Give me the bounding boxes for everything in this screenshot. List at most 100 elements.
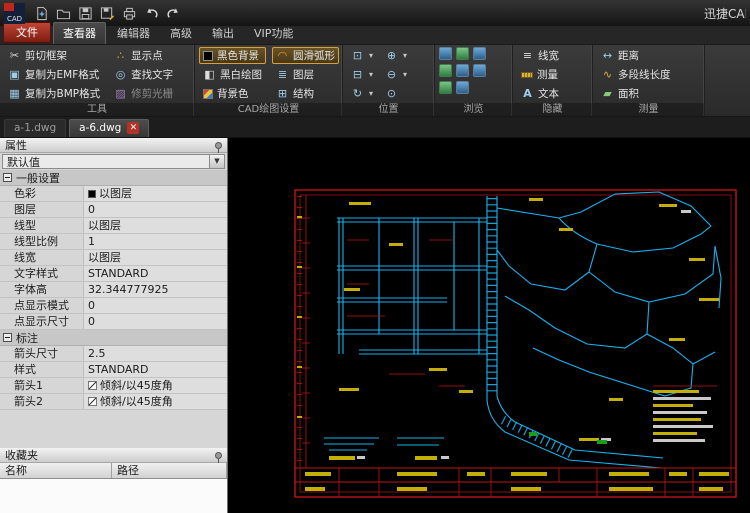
browse-layout-button[interactable] [456,64,469,77]
area-icon: ▰ [601,87,614,100]
name-column-header[interactable]: 名称 [0,463,112,478]
polyline-length-button[interactable]: ∿ 多段线长度 [597,66,675,83]
zoom-out-button[interactable]: ⊖▾ [381,66,411,83]
browse-last-button[interactable] [439,64,452,77]
group-dimension[interactable]: 标注 [0,330,227,346]
property-value[interactable]: 倾斜/以45度角 [84,378,227,393]
property-value[interactable]: 0 [84,314,227,329]
show-points-button[interactable]: ∴ 显示点 [110,47,177,64]
ribbon-spacer [705,45,750,116]
favorites-list[interactable] [0,479,227,513]
pin-icon[interactable] [215,452,222,459]
chevron-down-icon[interactable]: ▼ [209,155,224,168]
area-button[interactable]: ▰ 面积 [597,85,675,102]
property-value[interactable]: 以图层 [84,218,227,233]
new-file-button[interactable] [31,3,51,23]
text-label: 文本 [538,86,559,101]
text-toggle[interactable]: A 文本 [517,85,563,102]
property-value-text: 倾斜/以45度角 [100,378,173,393]
polyline-icon: ∿ [601,68,614,81]
zoom-window-button[interactable]: ⊟▾ [347,66,377,83]
drawing-section-details [324,438,444,450]
doc-tab-a6[interactable]: a-6.dwg ✕ [69,119,149,137]
property-value[interactable]: 32.344777925 [84,282,227,297]
tab-editor[interactable]: 编辑器 [108,23,159,44]
print-button[interactable] [119,3,139,23]
property-label: 线宽 [0,250,84,265]
property-value-text: 以图层 [99,186,132,201]
browse-prev-button[interactable] [456,47,469,60]
file-menu-button[interactable]: 文件 [3,22,51,43]
zoom-window-icon: ⊟ [351,68,364,81]
property-value[interactable]: STANDARD [84,362,227,377]
ribbon-group-position: ⊡▾ ⊟▾ ↻▾ ⊕▾ ⊖▾ ⊙ 位置 [343,45,435,116]
distance-button[interactable]: ↔ 距离 [597,47,675,64]
zoom-selection-button[interactable]: ⊙ [381,85,411,102]
lineweight-toggle[interactable]: ≡ 线宽 [517,47,563,64]
close-tab-icon[interactable]: ✕ [127,122,139,134]
save-as-button[interactable] [97,3,117,23]
path-column-header[interactable]: 路径 [112,463,227,478]
property-row-text-style: 文字样式 STANDARD [0,266,227,282]
tab-vip[interactable]: VIP功能 [245,23,302,44]
oblique-arrow-icon [88,397,97,406]
ribbon: ✂ 剪切框架 ▣ 复制为EMF格式 ▦ 复制为BMP格式 ∴ 显示点 [0,45,750,117]
undo-button[interactable] [141,3,161,23]
rotate-view-button[interactable]: ↻▾ [347,85,377,102]
zoom-in-button[interactable]: ⊕▾ [381,47,411,64]
property-value[interactable]: 0 [84,298,227,313]
browse-next-button[interactable] [473,47,486,60]
copy-as-emf-button[interactable]: ▣ 复制为EMF格式 [4,66,104,83]
tab-viewer[interactable]: 查看器 [53,22,106,44]
preset-dropdown[interactable]: 默认值 ▼ [2,154,225,169]
property-value[interactable]: 以图层 [84,186,227,201]
zoom-fit-button[interactable]: ⊡▾ [347,47,377,64]
property-value[interactable]: 0 [84,202,227,217]
collapse-icon[interactable] [3,173,12,182]
arc-icon: ◠ [276,49,289,62]
lineweight-icon: ≡ [521,49,534,62]
pin-icon[interactable] [215,142,222,149]
save-button[interactable] [75,3,95,23]
drawing-road [487,196,663,468]
group-general-settings[interactable]: 一般设置 [0,170,227,186]
drawing-building-grid [337,218,487,354]
copy-as-bmp-button[interactable]: ▦ 复制为BMP格式 [4,85,104,102]
group-label-tools: 工具 [0,103,194,116]
smooth-arc-label: 圆滑弧形 [293,48,335,63]
property-value[interactable]: 1 [84,234,227,249]
property-label: 箭头2 [0,394,84,409]
doc-tab-a1[interactable]: a-1.dwg [4,119,66,137]
property-row-color: 色彩 以图层 [0,186,227,202]
zoom-fit-icon: ⊡ [351,49,364,62]
browse-first-button[interactable] [439,47,452,60]
browse-sheet-button[interactable] [439,81,452,94]
find-text-button[interactable]: ◎ 查找文字 [110,66,177,83]
tab-output[interactable]: 输出 [203,23,243,44]
window-title: 迅捷CAD [704,5,746,22]
collapse-icon[interactable] [3,333,12,342]
structure-button[interactable]: ⊞ 结构 [272,85,339,102]
measure-toggle[interactable]: 测量 [517,66,563,83]
background-color-button[interactable]: 背景色 [199,85,266,102]
smooth-arc-toggle[interactable]: ◠ 圆滑弧形 [272,47,339,64]
redo-button[interactable] [163,3,183,23]
layers-button[interactable]: ≣ 图层 [272,66,339,83]
property-row-text-height: 字体高 32.344777925 [0,282,227,298]
distance-label: 距离 [618,48,639,63]
browse-model-button[interactable] [473,64,486,77]
zoom-out-icon: ⊖ [385,68,398,81]
browse-view-button[interactable] [456,81,469,94]
property-value[interactable]: 以图层 [84,250,227,265]
property-value[interactable]: STANDARD [84,266,227,281]
black-white-drawing-button[interactable]: ◧ 黑白绘图 [199,66,266,83]
drawing-canvas[interactable] [228,138,750,513]
open-file-button[interactable] [53,3,73,23]
black-background-toggle[interactable]: 黑色背景 [199,47,266,64]
black-white-drawing-label: 黑白绘图 [220,67,262,82]
tab-advanced[interactable]: 高级 [161,23,201,44]
property-value[interactable]: 2.5 [84,346,227,361]
black-background-label: 黑色背景 [217,48,259,63]
clip-frame-button[interactable]: ✂ 剪切框架 [4,47,104,64]
property-value[interactable]: 倾斜/以45度角 [84,394,227,409]
